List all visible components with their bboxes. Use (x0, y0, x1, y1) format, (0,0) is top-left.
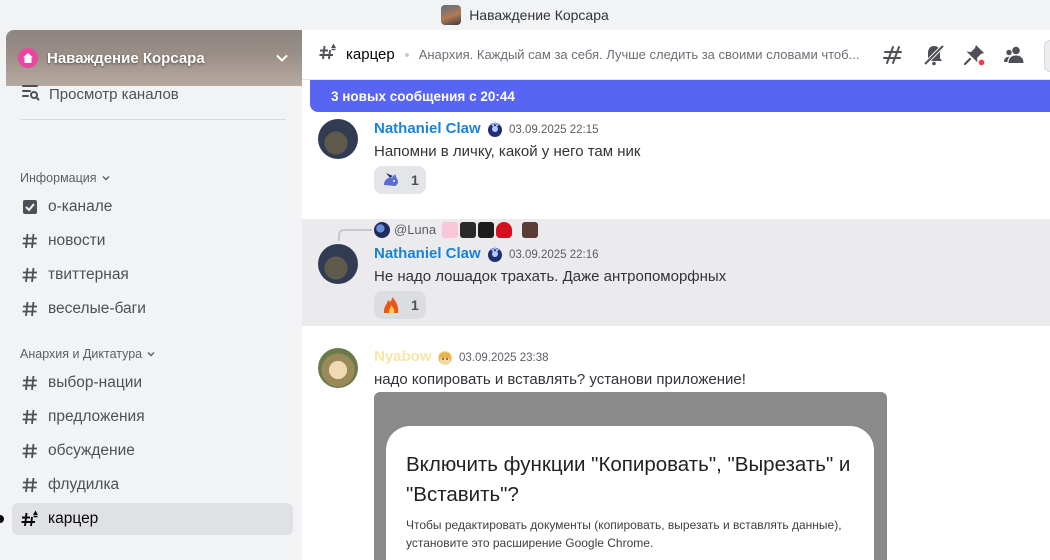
category-label: Информация (20, 171, 97, 185)
mute-icon[interactable] (922, 43, 946, 67)
reaction-button[interactable]: 1 (374, 291, 426, 319)
message-timestamp: 03.09.2025 23:38 (459, 352, 549, 364)
channel-name: о-канале (48, 198, 113, 215)
avatar[interactable] (318, 244, 358, 284)
browse-channels-icon (20, 82, 40, 106)
chevron-down-icon (147, 352, 155, 357)
new-messages-bar[interactable]: 3 новых сообщения с 20:44 (310, 80, 1050, 112)
category-label: Анархия и Диктатура (20, 347, 143, 361)
server-header[interactable]: Наваждение Корсара (6, 30, 302, 86)
reply-emoji-icon (496, 222, 512, 238)
chevron-down-icon[interactable] (274, 50, 290, 66)
reaction-count: 1 (411, 172, 419, 188)
channel-name: твиттерная (48, 266, 129, 283)
sidebar-divider (20, 119, 286, 120)
hashtag-icon (20, 373, 40, 393)
pin-icon[interactable] (962, 43, 986, 67)
channel-item-jail[interactable]: карцер (12, 503, 293, 535)
message-image-attachment[interactable]: Включить функции "Копировать", "Вырезать… (374, 392, 887, 560)
reaction-count: 1 (411, 297, 419, 313)
hashtag-icon (20, 407, 40, 427)
message-timestamp: 03.09.2025 22:15 (509, 124, 599, 136)
browse-channels-label: Просмотр каналов (49, 85, 179, 103)
hashtag-icon (20, 441, 40, 461)
channel-name: обсуждение (48, 442, 135, 459)
rules-checkbox-icon (20, 197, 40, 217)
reply-mention[interactable]: @Luna (394, 222, 436, 237)
reaction-button[interactable]: 1 (374, 166, 426, 194)
hashtag-icon (20, 231, 40, 251)
category-header-info[interactable]: Информация (20, 171, 111, 185)
reply-avatar (374, 222, 390, 238)
message-author[interactable]: Nathaniel Claw (374, 120, 481, 137)
message-author[interactable]: Nathaniel Claw (374, 245, 481, 262)
channel-item-news[interactable]: новости (12, 225, 293, 257)
message-content: Напомни в личку, какой у него там ник (374, 143, 641, 160)
hashtag-icon (20, 265, 40, 285)
role-badge-icon (436, 348, 454, 366)
message-item-highlighted[interactable]: @Luna Nathaniel Claw 03.09.2025 22:16 Не… (302, 219, 1050, 326)
reply-emoji-icon (460, 222, 476, 238)
new-messages-text: 3 новых сообщения с 20:44 (331, 88, 515, 104)
dialog-body: Чтобы редактировать документы (копироват… (406, 518, 842, 550)
channel-item-suggestions[interactable]: предложения (12, 401, 293, 433)
pony-emoji-icon (380, 170, 402, 190)
window-title: Наваждение Корсара (469, 7, 609, 23)
channel-name: флудилка (48, 476, 120, 493)
reply-connector (338, 229, 372, 241)
header-separator (404, 52, 409, 57)
server-name: Наваждение Корсара (47, 49, 205, 67)
dialog-screenshot: Включить функции "Копировать", "Вырезать… (386, 426, 874, 560)
role-badge-icon (486, 245, 504, 263)
channel-item-nation[interactable]: выбор-нации (12, 367, 293, 399)
home-icon (18, 48, 38, 68)
channel-name: карцер (48, 510, 99, 527)
channel-topic[interactable]: Анархия. Каждый сам за себя. Лучше следи… (419, 47, 865, 62)
browse-channels-button[interactable]: Просмотр каналов (20, 82, 179, 106)
channel-header: карцер Анархия. Каждый сам за себя. Лучш… (302, 30, 1050, 80)
hashtag-locked-icon (318, 42, 338, 67)
reply-emoji-icon (442, 222, 458, 238)
category-header-anarchy[interactable]: Анархия и Диктатура (20, 347, 156, 361)
message-timestamp: 03.09.2025 22:16 (509, 249, 599, 261)
chevron-down-icon (102, 176, 110, 181)
channel-name: новости (48, 232, 106, 249)
reply-emoji-icon (522, 222, 538, 238)
channel-name: выбор-нации (48, 374, 143, 391)
search-input[interactable] (1044, 40, 1050, 72)
reply-emoji-icon (478, 222, 494, 238)
avatar[interactable] (318, 119, 358, 159)
hashtag-icon (20, 299, 40, 319)
fire-figure-emoji-icon (380, 295, 402, 315)
dialog-title: Включить функции "Копировать", "Вырезать… (406, 453, 851, 506)
channel-item-twitter[interactable]: твиттерная (12, 259, 293, 291)
message-content: Не надо лошадок трахать. Даже антропомор… (374, 268, 727, 285)
avatar[interactable] (318, 348, 358, 388)
server-avatar-icon (441, 5, 462, 25)
channel-item-discussion[interactable]: обсуждение (12, 435, 293, 467)
message-content: надо копировать и вставлять? установи пр… (374, 371, 746, 388)
channel-name: веселые-баги (48, 300, 146, 317)
header-channel-name: карцер (346, 46, 395, 63)
channel-item-about[interactable]: о-канале (12, 191, 293, 223)
members-icon[interactable] (1002, 43, 1026, 67)
threads-icon[interactable] (882, 43, 906, 67)
channel-name: предложения (48, 408, 145, 425)
window-titlebar: Наваждение Корсара (0, 0, 1050, 30)
channel-item-bugs[interactable]: веселые-баги (12, 293, 293, 325)
message-item[interactable]: Nathaniel Claw 03.09.2025 22:15 Напомни … (302, 112, 1050, 204)
hashtag-icon (20, 475, 40, 495)
hashtag-locked-icon (20, 509, 40, 529)
channel-item-flood[interactable]: флудилка (12, 469, 293, 501)
message-author[interactable]: Nyabow (374, 348, 432, 365)
role-badge-icon (486, 120, 504, 138)
